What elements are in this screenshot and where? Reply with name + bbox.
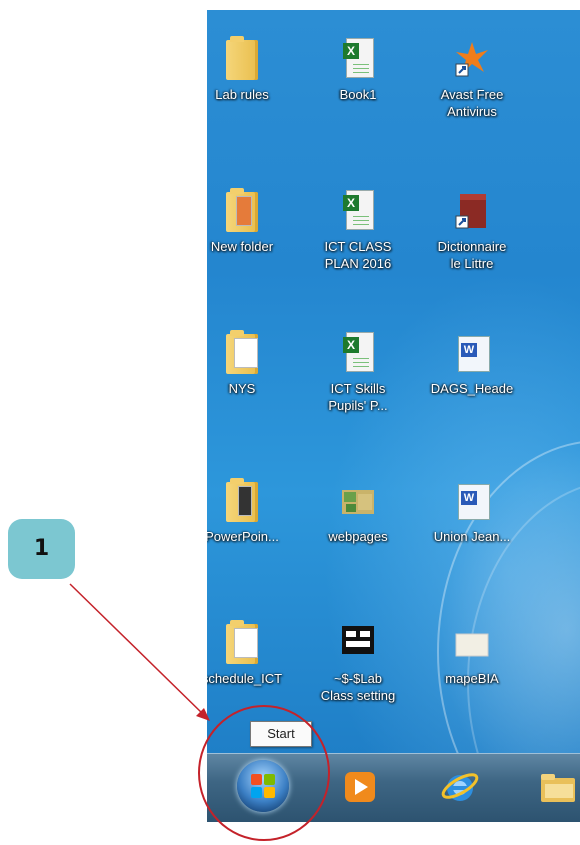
folder-icon — [224, 188, 260, 232]
desktop-icon-powerpoint[interactable]: PowerPoin... — [207, 478, 297, 545]
word-file-icon: W — [454, 332, 490, 374]
internet-explorer-button[interactable] — [437, 764, 483, 810]
desktop-icon-avast[interactable]: Avast Free Antivirus — [417, 38, 527, 120]
excel-file-icon: X — [340, 38, 376, 80]
folder-icon — [224, 478, 260, 522]
step-number-badge: 1 — [8, 519, 75, 579]
desktop-icon-label: New folder — [210, 239, 274, 254]
desktop-icon-lab-rules[interactable]: Lab rules — [207, 36, 297, 103]
desktop-icon-ict-skills[interactable]: X ICT Skills Pupils' P... — [303, 332, 413, 414]
excel-file-icon: X — [340, 332, 376, 374]
book-shortcut-icon — [454, 190, 490, 232]
desktop-icon-label: Avast Free Antivirus — [440, 87, 504, 119]
file-explorer-button[interactable] — [535, 764, 580, 810]
desktop-icon-label: PowerPoin... — [207, 529, 279, 544]
desktop-icon-label: ICT Skills Pupils' P... — [328, 381, 388, 413]
avast-shortcut-icon — [454, 38, 490, 80]
desktop-icon-label: DAGS_Heade — [430, 381, 514, 396]
map-file-icon — [454, 622, 490, 664]
media-player-icon — [345, 772, 375, 802]
desktop-icon-label: Book1 — [339, 87, 377, 102]
highlight-circle — [198, 705, 330, 841]
desktop-icon-label: mapeBIA — [445, 671, 499, 686]
desktop-icon-label: NYS — [228, 381, 256, 396]
desktop-icon-label: Lab rules — [215, 87, 269, 102]
desktop: Lab rules X Book1 Avast Free Antivirus N… — [207, 10, 580, 753]
excel-file-icon: X — [340, 190, 376, 232]
desktop-icon-ict-class-plan[interactable]: X ICT CLASS PLAN 2016 — [303, 190, 413, 272]
folder-icon — [224, 620, 260, 664]
folder-icon — [224, 330, 260, 374]
desktop-icon-dictionnaire[interactable]: Dictionnaire le Littre — [417, 190, 527, 272]
image-file-icon — [340, 480, 376, 522]
temp-file-icon — [340, 622, 376, 664]
desktop-icon-label: Union Jean... — [433, 529, 511, 544]
desktop-icon-nys[interactable]: NYS — [207, 330, 297, 397]
desktop-icon-schedule-ict[interactable]: schedule_ICT — [207, 620, 297, 687]
desktop-icon-new-folder[interactable]: New folder — [207, 188, 297, 255]
desktop-icon-dags-header[interactable]: W DAGS_Heade — [417, 332, 527, 397]
internet-explorer-icon — [441, 773, 479, 801]
desktop-icon-label: ICT CLASS PLAN 2016 — [324, 239, 392, 271]
media-player-button[interactable] — [337, 764, 383, 810]
desktop-icon-book1[interactable]: X Book1 — [303, 38, 413, 103]
desktop-icon-lab-class-setting[interactable]: ~$-$Lab Class setting — [303, 622, 413, 704]
desktop-icon-union-jean[interactable]: W Union Jean... — [417, 480, 527, 545]
desktop-icon-webpages[interactable]: webpages — [303, 480, 413, 545]
folder-icon — [541, 774, 575, 802]
word-file-icon: W — [454, 480, 490, 522]
folder-icon — [224, 36, 260, 80]
desktop-icon-label: ~$-$Lab Class setting — [320, 671, 396, 703]
desktop-icon-mapebia[interactable]: mapeBIA — [417, 622, 527, 687]
desktop-icon-label: Dictionnaire le Littre — [437, 239, 507, 271]
desktop-icon-label: schedule_ICT — [207, 671, 283, 686]
desktop-icon-label: webpages — [328, 529, 388, 544]
